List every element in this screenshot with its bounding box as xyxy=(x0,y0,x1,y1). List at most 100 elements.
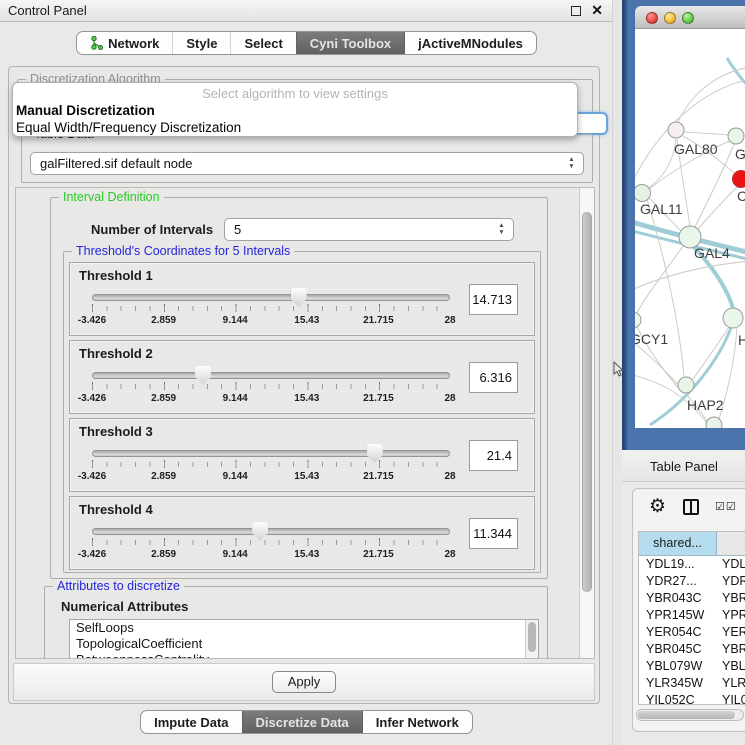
network-node[interactable] xyxy=(635,185,651,202)
table-panel-card: ⚙ ☑☑ shared... n YDL19...YDL1 YDR27...YD… xyxy=(632,488,745,732)
threshold-1-value-field[interactable]: 14.713 xyxy=(469,284,518,315)
network-edge[interactable] xyxy=(698,186,738,229)
table-horizontal-scrollbar[interactable] xyxy=(636,709,744,721)
column-header-shared[interactable]: shared... xyxy=(639,532,717,555)
table-row[interactable]: YER054CYER0 xyxy=(639,624,745,641)
combobox-stepper-icon[interactable]: ▲▼ xyxy=(567,156,576,170)
thresholds-group: Threshold's Coordinates for 5 Intervals … xyxy=(63,251,541,573)
tab-cyni-toolbox[interactable]: Cyni Toolbox xyxy=(296,32,404,54)
threshold-1-slider[interactable]: -3.426 2.859 9.144 15.43 21.715 28 xyxy=(92,290,450,332)
number-of-intervals-combobox[interactable]: 5 ▲▼ xyxy=(224,218,514,241)
network-node[interactable] xyxy=(668,122,684,138)
attributes-group: Attributes to discretize Numerical Attri… xyxy=(44,586,548,659)
threshold-3-slider[interactable]: -3.426 2.859 9.144 15.43 21.715 28 xyxy=(92,446,450,488)
table-row[interactable]: YBL079WYBL0 xyxy=(639,658,745,675)
combobox-stepper-icon[interactable]: ▲▼ xyxy=(497,222,506,236)
number-of-intervals-value: 5 xyxy=(234,222,241,237)
network-edge[interactable] xyxy=(678,67,745,122)
threshold-2-slider[interactable]: -3.426 2.859 9.144 15.43 21.715 28 xyxy=(92,368,450,410)
threshold-3-label: Threshold 3 xyxy=(79,424,153,439)
slider-minor-ticks xyxy=(92,306,451,311)
network-node-label: GCY1 xyxy=(635,331,668,347)
interval-definition-legend: Interval Definition xyxy=(59,190,164,205)
threshold-1-panel: Threshold 1 -3.426 2.859 9.144 15.43 21.… xyxy=(69,262,535,336)
tab-style[interactable]: Style xyxy=(172,32,230,54)
zoom-traffic-light-icon[interactable] xyxy=(682,12,694,24)
popup-option-manual-discretization[interactable]: Manual Discretization xyxy=(16,103,155,118)
tab-network[interactable]: Network xyxy=(77,32,172,54)
tab-label: Network xyxy=(108,36,159,51)
minimize-traffic-light-icon[interactable] xyxy=(664,12,676,24)
slider-track[interactable] xyxy=(92,528,450,535)
threshold-3-value-field[interactable]: 21.4 xyxy=(469,440,518,471)
column-header-name[interactable]: n xyxy=(717,532,745,555)
network-node[interactable] xyxy=(733,171,745,188)
network-window-titlebar[interactable] xyxy=(635,6,745,29)
table-row[interactable]: YDL19...YDL1 xyxy=(639,556,745,573)
network-edge[interactable] xyxy=(727,58,745,89)
table-row[interactable]: YBR045CYBR0 xyxy=(639,641,745,658)
close-icon[interactable]: ✕ xyxy=(591,2,603,19)
popup-option-equal-width[interactable]: Equal Width/Frequency Discretization xyxy=(16,120,241,135)
network-canvas[interactable]: GAL80GALCGAL11GAL4GCY1HHAP2 xyxy=(635,29,745,428)
table-toolbar: ⚙ ☑☑ xyxy=(633,489,745,529)
threshold-4-panel: Threshold 4 -3.426 2.859 9.144 15.43 21.… xyxy=(69,496,535,570)
slider-tick-labels: -3.426 2.859 9.144 15.43 21.715 28 xyxy=(92,393,450,405)
apply-bar: Apply xyxy=(13,663,595,701)
control-panel-titlebar: Control Panel ✕ xyxy=(0,0,612,22)
slider-track[interactable] xyxy=(92,372,450,379)
network-node[interactable] xyxy=(723,308,743,328)
network-edge[interactable] xyxy=(693,327,729,379)
slider-tick-labels: -3.426 2.859 9.144 15.43 21.715 28 xyxy=(92,471,450,483)
float-window-icon[interactable] xyxy=(571,6,581,16)
node-table: shared... n YDL19...YDL1 YDR27...YDR2 YB… xyxy=(638,531,745,705)
checkbox-filter-icons[interactable]: ☑☑ xyxy=(715,500,737,513)
settings-scrollbar[interactable] xyxy=(579,188,594,658)
threshold-2-value-field[interactable]: 6.316 xyxy=(469,362,518,393)
mouse-cursor xyxy=(613,361,624,380)
table-data-combobox[interactable]: galFiltered.sif default node ▲▼ xyxy=(30,152,584,175)
table-header-row: shared... n xyxy=(639,532,745,556)
network-view-window: GAL80GALCGAL11GAL4GCY1HHAP2 xyxy=(622,0,745,450)
bottom-tabbar: Impute Data Discretize Data Infer Networ… xyxy=(0,710,613,734)
table-row[interactable]: YDR27...YDR2 xyxy=(639,573,745,590)
threshold-4-value-field[interactable]: 11.344 xyxy=(469,518,518,549)
network-node[interactable] xyxy=(635,312,641,328)
list-scrollbar[interactable] xyxy=(525,620,538,659)
top-tabbar: Network Style Select Cyni Toolbox jActiv… xyxy=(0,31,613,55)
table-row[interactable]: YIL052CYIL0 xyxy=(639,692,745,709)
table-panel-title: Table Panel xyxy=(650,459,718,474)
threshold-4-slider[interactable]: -3.426 2.859 9.144 15.43 21.715 28 xyxy=(92,524,450,566)
tab-discretize-data[interactable]: Discretize Data xyxy=(242,711,362,733)
network-edge[interactable] xyxy=(635,261,745,291)
network-node[interactable] xyxy=(678,377,694,393)
slider-track[interactable] xyxy=(92,450,450,457)
tab-infer-network[interactable]: Infer Network xyxy=(362,711,472,733)
threshold-4-label: Threshold 4 xyxy=(79,502,153,517)
tab-impute-data[interactable]: Impute Data xyxy=(141,711,241,733)
network-node-label: H xyxy=(738,332,745,348)
threshold-2-panel: Threshold 2 -3.426 2.859 9.144 15.43 21.… xyxy=(69,340,535,414)
table-row[interactable]: YBR043CYBR0 xyxy=(639,590,745,607)
algorithm-dropdown-popup: Select algorithm to view settings Manual… xyxy=(12,82,578,137)
slider-track[interactable] xyxy=(92,294,450,301)
list-item[interactable]: SelfLoops xyxy=(70,620,538,636)
network-node[interactable] xyxy=(728,128,744,144)
columns-icon[interactable] xyxy=(683,499,699,515)
table-row[interactable]: YLR345WYLR3 xyxy=(639,675,745,692)
list-item[interactable]: TopologicalCoefficient xyxy=(70,636,538,652)
slider-minor-ticks xyxy=(92,462,451,467)
slider-tick-labels: -3.426 2.859 9.144 15.43 21.715 28 xyxy=(92,549,450,561)
network-edge[interactable] xyxy=(647,139,676,189)
tab-jactivemnodules[interactable]: jActiveMNodules xyxy=(404,32,536,54)
cyni-content-panel: Discretization Algorithm Table Data galF… xyxy=(8,66,600,704)
network-node[interactable] xyxy=(706,417,722,428)
gear-icon[interactable]: ⚙ xyxy=(649,497,666,517)
tab-select[interactable]: Select xyxy=(230,32,295,54)
network-edge[interactable] xyxy=(684,132,728,135)
apply-button[interactable]: Apply xyxy=(272,671,336,693)
table-row[interactable]: YPR145WYPR1 xyxy=(639,607,745,624)
list-item[interactable]: BetweennessCentrality xyxy=(70,652,538,659)
threshold-2-label: Threshold 2 xyxy=(79,346,153,361)
close-traffic-light-icon[interactable] xyxy=(646,12,658,24)
